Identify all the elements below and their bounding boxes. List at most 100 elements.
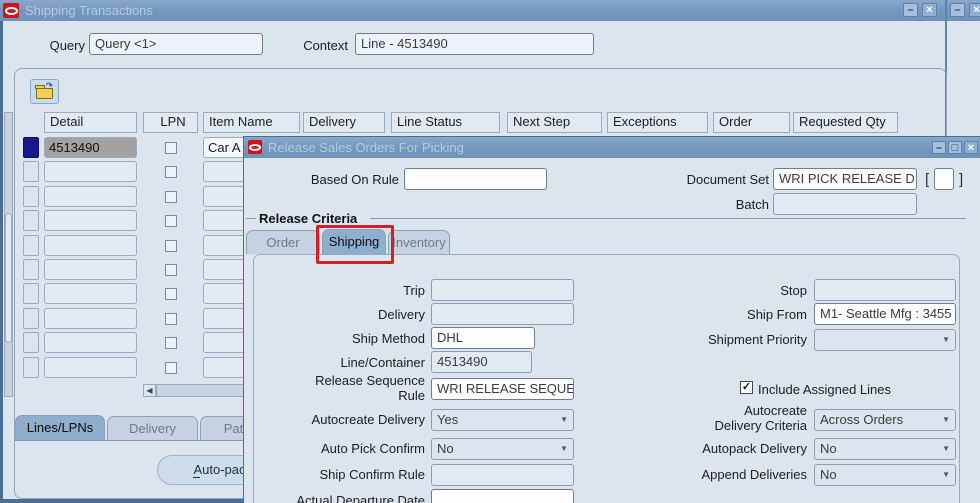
tab-lines-lpns[interactable]: Lines/LPNs [15, 415, 105, 440]
autocreate-delivery-dropdown[interactable]: Yes ▼ [431, 409, 574, 431]
chevron-down-icon: ▼ [560, 444, 568, 453]
dialog-titlebar: Release Sales Orders For Picking – □ × [244, 137, 980, 158]
dialog-minimize-icon[interactable]: – [932, 141, 946, 154]
annotation-highlight-box [316, 225, 394, 264]
include-assigned-lines-checkbox[interactable]: ✓ [740, 381, 753, 394]
chevron-down-icon: ▼ [942, 444, 950, 453]
autopack-delivery-dropdown[interactable]: No ▼ [814, 438, 956, 460]
record-scrollbar-thumb[interactable] [5, 213, 12, 343]
lpn-checkbox[interactable] [165, 166, 177, 178]
shipping-transactions-screen: Shipping Transactions – × – × Query Quer… [0, 0, 980, 503]
open-folder-icon[interactable]: ↷ [30, 79, 59, 104]
include-assigned-lines-label: Include Assigned Lines [758, 382, 891, 397]
release-sales-orders-dialog: Release Sales Orders For Picking – □ × B… [243, 136, 980, 503]
autopack-delivery-value: No [820, 441, 837, 456]
autocreate-delivery-label: Autocreate Delivery [311, 412, 425, 427]
lpn-checkbox[interactable] [165, 313, 177, 325]
tab-delivery[interactable]: Delivery [107, 416, 198, 440]
dialog-title: Release Sales Orders For Picking [268, 140, 464, 155]
trip-label: Trip [403, 283, 425, 298]
detail-cell[interactable] [44, 161, 137, 182]
row-selector[interactable] [23, 259, 39, 280]
row-selector[interactable] [23, 137, 39, 158]
row-selector[interactable] [23, 186, 39, 207]
autocreate-delivery-criteria-dropdown[interactable]: Across Orders ▼ [814, 409, 956, 431]
stop-input[interactable] [814, 279, 956, 301]
lpn-checkbox[interactable] [165, 264, 177, 276]
row-selector[interactable] [23, 332, 39, 353]
batch-input[interactable] [773, 193, 917, 215]
row-selector[interactable] [23, 357, 39, 378]
autocreate-delivery-criteria-label: Autocreate Delivery Criteria [714, 403, 807, 433]
detail-cell[interactable] [44, 210, 137, 231]
window-left-border [0, 21, 3, 503]
line-container-input[interactable]: 4513490 [431, 351, 532, 373]
bracket-open: [ [925, 171, 930, 188]
column-header-detail: Detail [44, 112, 137, 133]
lpn-checkbox[interactable] [165, 240, 177, 252]
detail-cell[interactable] [44, 186, 137, 207]
row-selector[interactable] [23, 283, 39, 304]
lpn-checkbox[interactable] [165, 362, 177, 374]
minimize-icon[interactable]: – [903, 3, 918, 17]
detail-cell[interactable] [44, 357, 137, 378]
shipment-priority-dropdown[interactable]: ▼ [814, 329, 956, 351]
actual-departure-date-input[interactable] [431, 489, 574, 503]
mdi-minimize-icon[interactable]: – [950, 3, 965, 17]
lpn-checkbox[interactable] [165, 142, 177, 154]
auto-pick-confirm-value: No [437, 441, 454, 456]
legend-line-right [370, 218, 966, 219]
lpn-checkbox[interactable] [165, 288, 177, 300]
release-criteria-legend: Release Criteria [259, 211, 358, 226]
ship-from-input[interactable]: M1- Seattle Mfg : 3455 1 [814, 303, 956, 325]
mnemonic-underline [193, 477, 200, 478]
lpn-checkbox[interactable] [165, 215, 177, 227]
row-selector[interactable] [23, 161, 39, 182]
trip-input[interactable] [431, 279, 574, 301]
ship-method-label: Ship Method [352, 331, 425, 346]
query-input[interactable]: Query <1> [89, 33, 263, 55]
scroll-left-icon[interactable]: ◀ [143, 384, 156, 397]
ship-confirm-rule-label: Ship Confirm Rule [319, 467, 426, 482]
main-window-title: Shipping Transactions [25, 3, 153, 18]
legend-line-left [246, 218, 256, 219]
row-selector[interactable] [23, 235, 39, 256]
ship-method-input[interactable]: DHL [431, 327, 535, 349]
autocreate-delivery-value: Yes [437, 412, 459, 427]
auto-pick-confirm-dropdown[interactable]: No ▼ [431, 438, 574, 460]
stop-label: Stop [780, 283, 807, 298]
detail-cell[interactable] [44, 308, 137, 329]
detail-cell[interactable] [44, 259, 137, 280]
tab-inventory[interactable]: Inventory [388, 230, 450, 254]
chevron-down-icon: ▼ [942, 335, 950, 344]
query-label: Query [49, 38, 85, 53]
append-deliveries-dropdown[interactable]: No ▼ [814, 464, 956, 486]
autocreate-delivery-criteria-value: Across Orders [820, 412, 904, 427]
close-icon[interactable]: × [922, 3, 937, 17]
detail-cell[interactable]: 4513490 [44, 137, 137, 158]
column-header-requested-qty: Requested Qty [793, 112, 898, 133]
dialog-close-icon[interactable]: × [964, 141, 978, 154]
row-selector[interactable] [23, 210, 39, 231]
record-scrollbar[interactable] [4, 112, 13, 397]
ship-confirm-rule-input[interactable] [431, 464, 574, 486]
document-set-lov-button[interactable] [934, 168, 954, 190]
lpn-checkbox[interactable] [165, 337, 177, 349]
detail-cell[interactable] [44, 283, 137, 304]
detail-cell[interactable] [44, 235, 137, 256]
dialog-maximize-icon[interactable]: □ [948, 141, 962, 154]
column-header-lpn: LPN [143, 112, 198, 133]
context-input[interactable]: Line - 4513490 [355, 33, 594, 55]
row-selector[interactable] [23, 308, 39, 329]
release-sequence-rule-input[interactable]: WRI RELEASE SEQUE [431, 378, 574, 400]
column-header-exceptions: Exceptions [607, 112, 708, 133]
tab-order[interactable]: Order [246, 230, 320, 254]
mdi-close-icon[interactable]: × [969, 3, 980, 17]
lpn-checkbox[interactable] [165, 191, 177, 203]
based-on-rule-input[interactable] [404, 168, 547, 190]
delivery-input[interactable] [431, 303, 574, 325]
detail-cell[interactable] [44, 332, 137, 353]
append-deliveries-value: No [820, 467, 837, 482]
chevron-down-icon: ▼ [560, 415, 568, 424]
document-set-input[interactable]: WRI PICK RELEASE D [773, 168, 917, 190]
